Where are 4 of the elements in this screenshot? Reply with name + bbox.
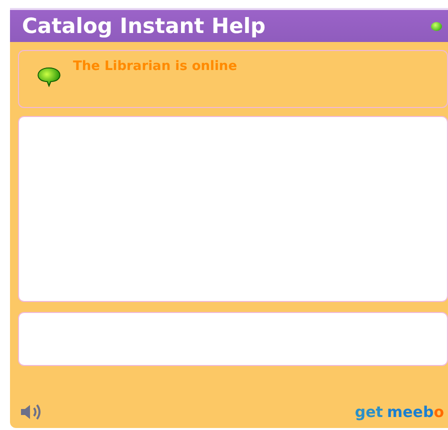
- message-input[interactable]: [18, 312, 448, 366]
- status-message: The Librarian is online: [73, 59, 238, 74]
- meebo-link[interactable]: get meebo: [354, 403, 444, 421]
- window-title: Catalog Instant Help: [22, 14, 266, 38]
